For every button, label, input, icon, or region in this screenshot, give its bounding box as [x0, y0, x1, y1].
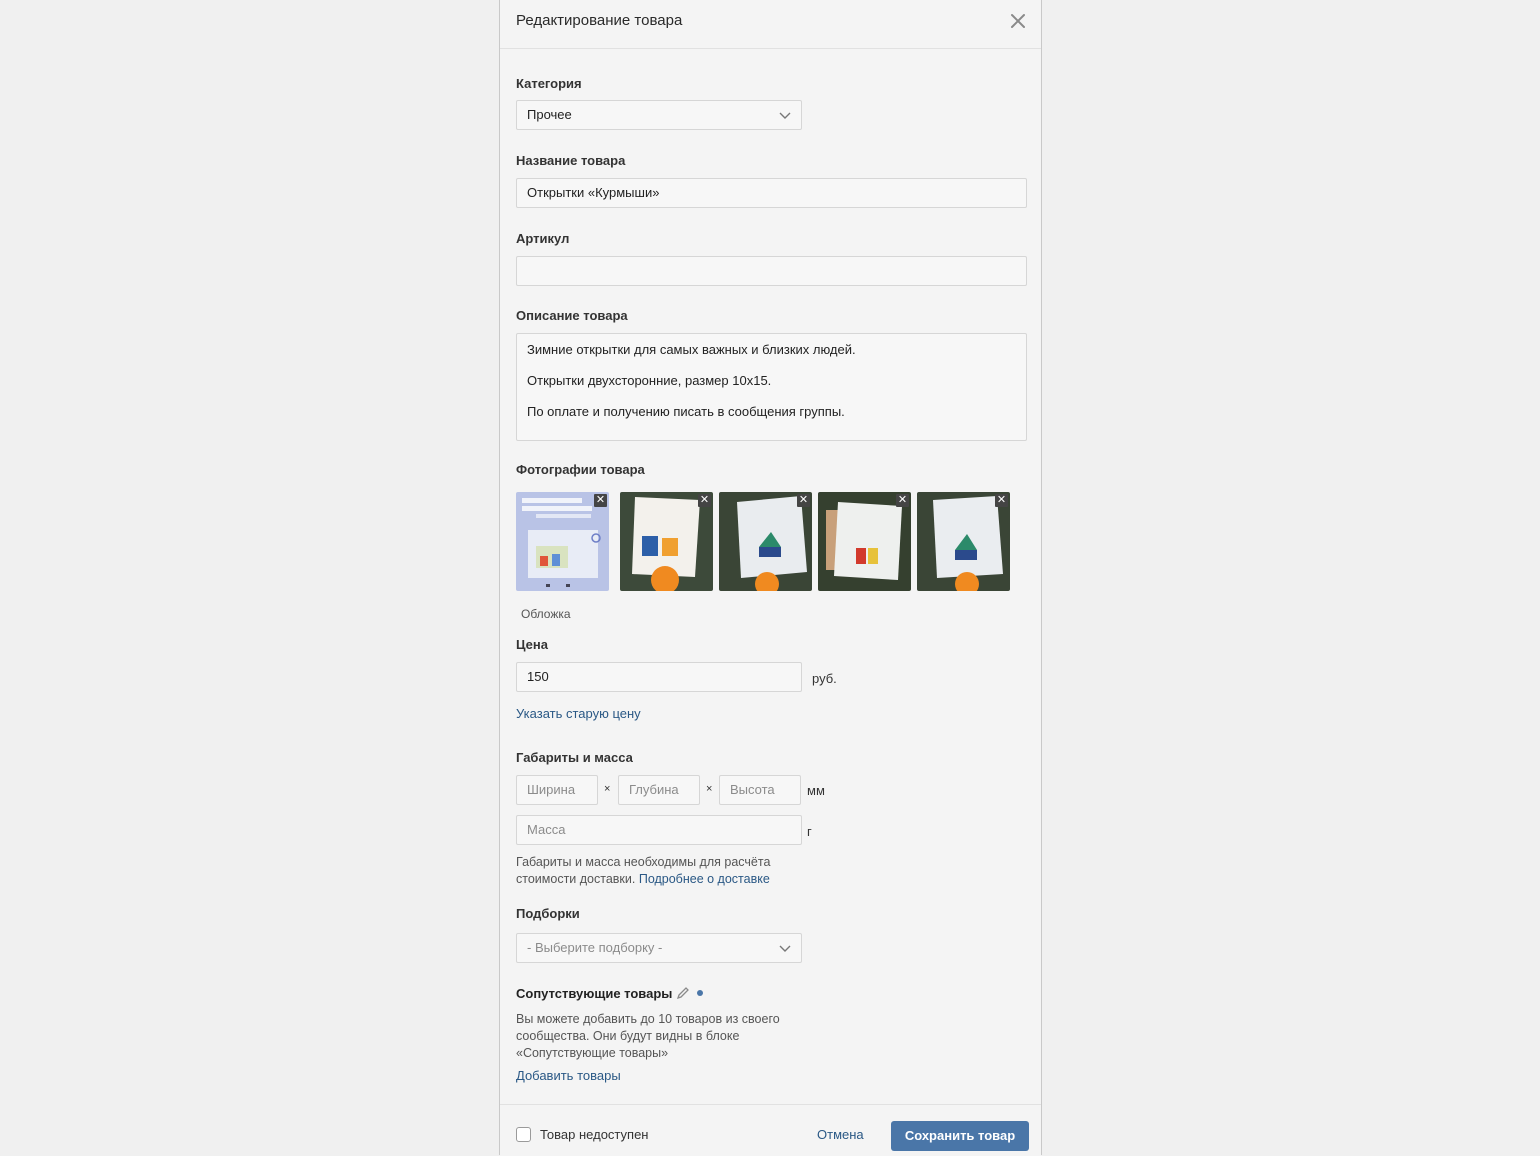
- chevron-down-icon: [779, 112, 791, 119]
- related-hint-line: сообщества. Они будут видны в блоке: [516, 1029, 740, 1043]
- edit-product-modal: Редактирование товара Категория Прочее Н…: [499, 0, 1042, 1156]
- related-hint-line: Вы можете добавить до 10 товаров из свое…: [516, 1012, 780, 1026]
- remove-photo-icon[interactable]: ✕: [698, 494, 711, 507]
- dimensions-hint: Габариты и масса необходимы для расчёта …: [516, 854, 770, 888]
- product-name-label: Название товара: [516, 153, 626, 168]
- height-input[interactable]: Высота: [719, 775, 801, 805]
- sku-label: Артикул: [516, 231, 570, 246]
- related-products-hint: Вы можете добавить до 10 товаров из свое…: [516, 1011, 780, 1062]
- new-indicator-dot-icon: [697, 990, 703, 996]
- remove-photo-icon[interactable]: ✕: [995, 494, 1008, 507]
- price-label: Цена: [516, 637, 548, 652]
- category-select[interactable]: Прочее: [516, 100, 802, 130]
- add-products-link[interactable]: Добавить товары: [516, 1068, 621, 1083]
- cover-caption: Обложка: [521, 607, 571, 621]
- description-line: По оплате и получению писать в сообщения…: [527, 404, 845, 419]
- dimension-separator: ×: [706, 783, 713, 795]
- remove-photo-icon[interactable]: ✕: [797, 494, 810, 507]
- dimensions-label: Габариты и масса: [516, 750, 633, 765]
- related-hint-line: «Сопутствующие товары»: [516, 1046, 669, 1060]
- depth-input[interactable]: Глубина: [618, 775, 700, 805]
- unavailable-label[interactable]: Товар недоступен: [540, 1127, 648, 1142]
- photo-thumb[interactable]: ✕: [818, 492, 911, 591]
- category-label: Категория: [516, 76, 582, 91]
- collections-select[interactable]: - Выберите подборку -: [516, 933, 802, 963]
- dimensions-hint-line: Габариты и масса необходимы для расчёта: [516, 855, 771, 869]
- description-line: Зимние открытки для самых важных и близк…: [527, 342, 856, 357]
- description-line: Открытки двухсторонние, размер 10x15.: [527, 373, 772, 388]
- price-input[interactable]: 150: [516, 662, 802, 692]
- photo-thumb[interactable]: ✕: [917, 492, 1010, 591]
- sku-input[interactable]: [516, 256, 1027, 286]
- price-unit: руб.: [812, 671, 837, 686]
- price-value: 150: [527, 669, 549, 684]
- dimensions-hint-line: стоимости доставки.: [516, 872, 636, 886]
- mass-input[interactable]: Масса: [516, 815, 802, 845]
- category-value: Прочее: [527, 107, 572, 122]
- related-products-label: Сопутствующие товары: [516, 986, 673, 1001]
- chevron-down-icon: [779, 945, 791, 952]
- size-unit: мм: [807, 783, 825, 798]
- description-label: Описание товара: [516, 308, 628, 323]
- cancel-button[interactable]: Отмена: [817, 1127, 864, 1142]
- photos-label: Фотографии товара: [516, 462, 645, 477]
- modal-header: Редактирование товара: [500, 0, 1041, 49]
- dimension-separator: ×: [604, 783, 611, 795]
- modal-footer: Товар недоступен Отмена Сохранить товар: [500, 1104, 1041, 1156]
- pencil-icon[interactable]: [676, 986, 690, 1000]
- delivery-info-link[interactable]: Подробнее о доставке: [639, 872, 770, 886]
- product-name-value: Открытки «Курмыши»: [527, 185, 660, 200]
- modal-title: Редактирование товара: [516, 12, 683, 29]
- close-icon[interactable]: [1009, 12, 1027, 30]
- remove-photo-icon[interactable]: ✕: [896, 494, 909, 507]
- product-name-input[interactable]: Открытки «Курмыши»: [516, 178, 1027, 208]
- remove-photo-icon[interactable]: ✕: [594, 494, 607, 507]
- photo-thumb[interactable]: ✕: [620, 492, 713, 591]
- photo-thumb[interactable]: ✕: [719, 492, 812, 591]
- unavailable-checkbox[interactable]: [516, 1127, 531, 1142]
- collections-placeholder: - Выберите подборку -: [527, 940, 663, 955]
- photo-thumb-cover[interactable]: ✕: [516, 492, 609, 591]
- mass-unit: г: [807, 824, 812, 839]
- collections-label: Подборки: [516, 906, 580, 921]
- description-textarea[interactable]: Зимние открытки для самых важных и близк…: [516, 333, 1027, 441]
- width-input[interactable]: Ширина: [516, 775, 598, 805]
- save-product-button[interactable]: Сохранить товар: [891, 1121, 1029, 1151]
- set-old-price-link[interactable]: Указать старую цену: [516, 706, 641, 721]
